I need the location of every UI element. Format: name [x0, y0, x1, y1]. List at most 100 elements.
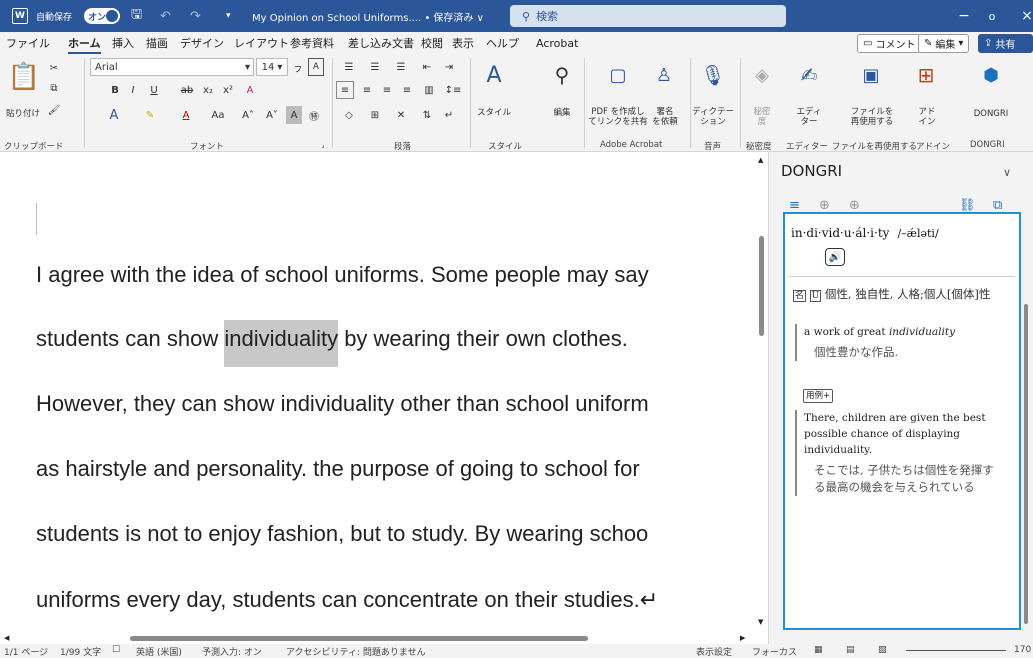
document-horizontal-scrollbar[interactable]: ◀ ▶	[0, 634, 768, 644]
scroll-thumb[interactable]	[130, 636, 588, 641]
font-size-select[interactable]: 14 ▾	[256, 58, 288, 76]
clear-format-icon[interactable]: A	[242, 81, 258, 99]
tab-draw[interactable]: 描画	[146, 35, 168, 51]
tab-insert[interactable]: 挿入	[112, 35, 134, 51]
find-icon[interactable]: ⚲	[546, 60, 578, 90]
multilevel-list-icon[interactable]: ☰	[390, 58, 412, 76]
tab-file[interactable]: ファイル	[6, 35, 50, 51]
scroll-thumb[interactable]	[1024, 304, 1028, 624]
focus-mode[interactable]: フォーカス	[752, 645, 797, 658]
tab-layout[interactable]: レイアウト	[234, 35, 289, 51]
redo-icon[interactable]: ↷	[190, 0, 201, 32]
borders-icon[interactable]: ⊞	[364, 106, 386, 124]
increase-indent-icon[interactable]: ⇥	[440, 58, 458, 76]
undo-icon[interactable]: ↶	[160, 0, 171, 32]
document-title[interactable]: My Opinion on School Uniforms.... • 保存済み…	[252, 0, 484, 32]
customize-qat-icon[interactable]: ▾	[226, 0, 231, 32]
copy-icon[interactable]: ⧉	[46, 80, 62, 96]
pane-options-icon[interactable]: ∨	[1003, 166, 1011, 179]
tab-design[interactable]: デザイン	[180, 35, 224, 51]
comment-button[interactable]: ▭ コメント	[857, 34, 922, 53]
page-count[interactable]: 1/1 ページ	[4, 645, 48, 658]
line-spacing-icon[interactable]: ↕≡	[442, 81, 464, 99]
styles-label[interactable]: スタイル	[470, 108, 518, 119]
link-icon[interactable]: ⛓	[959, 198, 976, 213]
search-box[interactable]: ⚲ 検索	[510, 5, 786, 27]
dongri-label[interactable]: DONGRI	[966, 109, 1016, 120]
pdf-share-icon[interactable]: ▢	[604, 60, 632, 90]
subscript-button[interactable]: x₂	[200, 81, 216, 99]
dongri-icon[interactable]: ⬢	[978, 60, 1004, 90]
word-count[interactable]: 1/99 文字	[60, 645, 101, 658]
read-mode-icon[interactable]: ▤	[846, 645, 855, 655]
save-icon[interactable]: 🖫	[131, 0, 142, 32]
superscript-button[interactable]: x²	[220, 81, 236, 99]
shrink-font-icon[interactable]: A˅	[264, 106, 280, 124]
strikethrough-button[interactable]: ab	[178, 81, 196, 99]
display-settings[interactable]: 表示設定	[696, 645, 732, 658]
accessibility-status[interactable]: アクセシビリティ: 問題ありません	[286, 645, 426, 658]
bold-button[interactable]: B	[108, 81, 122, 99]
selected-word[interactable]: individuality	[224, 320, 339, 367]
sensitivity-icon[interactable]: ◈	[750, 60, 774, 90]
document-vertical-scrollbar[interactable]: ▲ ▼	[757, 152, 768, 634]
tab-help[interactable]: ヘルプ	[486, 35, 519, 51]
tab-home[interactable]: ホーム	[68, 35, 101, 54]
dialog-launcher-icon[interactable]: ⌟	[318, 140, 328, 150]
arrow-up-circle-icon[interactable]: ⊕	[819, 198, 830, 213]
print-layout-icon[interactable]: ▦	[814, 645, 823, 655]
shading-icon[interactable]: ◇	[338, 106, 360, 124]
numbering-icon[interactable]: ☰	[364, 58, 386, 76]
pane-scrollbar[interactable]	[1022, 304, 1030, 624]
asian-layout-icon[interactable]: ✕	[390, 106, 412, 124]
styles-icon[interactable]: A	[478, 60, 510, 90]
microphone-icon[interactable]: 🎙	[700, 60, 726, 90]
cut-icon[interactable]: ✂	[46, 60, 62, 76]
paste-label[interactable]: 貼り付け	[2, 109, 44, 120]
arrow-down-circle-icon[interactable]: ⊕	[849, 198, 860, 213]
sort-icon[interactable]: ⇅	[418, 106, 436, 124]
proofing-icon[interactable]: ☐	[112, 645, 120, 655]
editor-label[interactable]: エディ ター	[790, 107, 828, 128]
language-status[interactable]: 英語 (米国)	[136, 645, 182, 658]
sign-request-icon[interactable]: ♙	[650, 60, 678, 90]
sign-request-label[interactable]: 署名 を依頼	[648, 107, 682, 128]
text-effects-icon[interactable]: A	[104, 106, 124, 124]
reuse-files-label[interactable]: ファイルを 再使用する	[840, 107, 904, 128]
char-shading-icon[interactable]: A	[286, 106, 302, 124]
document-line[interactable]: However, they can show individuality oth…	[36, 391, 649, 417]
dictate-label[interactable]: ディクテー ション	[692, 107, 734, 128]
justify-icon[interactable]: ≡	[398, 81, 416, 99]
web-layout-icon[interactable]: ▧	[878, 645, 887, 655]
list-icon[interactable]: ≡	[789, 198, 800, 213]
tab-review[interactable]: 校閲	[421, 35, 443, 51]
autosave-toggle[interactable]: オン	[84, 8, 120, 24]
share-button[interactable]: ⇪ 共有	[978, 34, 1033, 53]
scroll-down-icon[interactable]: ▼	[758, 618, 763, 626]
tab-acrobat[interactable]: Acrobat	[536, 35, 578, 51]
font-color-icon[interactable]: A	[176, 106, 196, 124]
align-center-icon[interactable]: ≡	[358, 81, 376, 99]
pdf-share-label[interactable]: PDF を作成し てリンクを共有	[586, 107, 650, 128]
align-right-icon[interactable]: ≡	[378, 81, 396, 99]
format-painter-icon[interactable]: 🖌	[46, 102, 62, 118]
reuse-files-icon[interactable]: ▣	[858, 60, 884, 90]
grow-font-icon[interactable]: A˄	[240, 106, 256, 124]
underline-button[interactable]: U	[146, 81, 162, 99]
close-button[interactable]: ×	[1005, 0, 1033, 32]
addins-label[interactable]: アド イン	[910, 107, 944, 128]
scroll-thumb[interactable]	[759, 236, 764, 336]
open-external-icon[interactable]: ⧉	[993, 198, 1002, 213]
edit-label[interactable]: 編集	[538, 108, 586, 119]
tab-references[interactable]: 参考資料	[290, 35, 334, 51]
editor-icon[interactable]: ✍	[796, 60, 822, 90]
document-line[interactable]: uniforms every day, students can concent…	[36, 587, 658, 613]
document-line[interactable]: I agree with the idea of school uniforms…	[36, 262, 649, 288]
decrease-indent-icon[interactable]: ⇤	[418, 58, 436, 76]
paste-icon[interactable]: 📋	[8, 60, 40, 94]
scroll-right-icon[interactable]: ▶	[740, 634, 745, 642]
change-case-icon[interactable]: Aa	[206, 106, 230, 124]
scroll-up-icon[interactable]: ▲	[758, 156, 763, 164]
edit-mode-button[interactable]: ✎ 編集 ▾	[918, 34, 970, 53]
zoom-level[interactable]: 170	[1014, 645, 1031, 655]
